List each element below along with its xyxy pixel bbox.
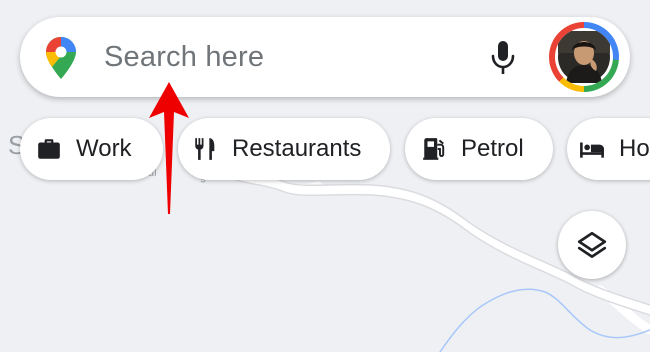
- profile-photo: [558, 31, 610, 83]
- google-maps-pin-icon: [46, 37, 76, 79]
- annotation-arrow: [149, 82, 189, 214]
- layers-button[interactable]: [558, 211, 626, 279]
- briefcase-icon: [38, 139, 60, 159]
- chip-label: Petrol: [461, 135, 524, 162]
- search-bar[interactable]: Search here: [20, 17, 630, 97]
- cutlery-icon: [195, 138, 215, 160]
- chip-restaurants[interactable]: Restaurants: [178, 118, 390, 180]
- microphone-icon[interactable]: [490, 40, 516, 76]
- layers-icon: [577, 231, 607, 258]
- search-input[interactable]: Search here: [104, 41, 264, 74]
- fuel-pump-icon: [423, 138, 445, 160]
- chip-label: Ho: [619, 135, 650, 162]
- chip-work[interactable]: Work: [20, 118, 163, 180]
- chip-label: Restaurants: [232, 135, 362, 162]
- chip-petrol[interactable]: Petrol: [405, 118, 553, 180]
- chip-hotels[interactable]: Ho: [567, 118, 650, 180]
- bed-icon: [580, 142, 604, 158]
- chip-label: Work: [76, 135, 132, 162]
- avatar: [555, 28, 613, 86]
- account-avatar-button[interactable]: [549, 22, 619, 92]
